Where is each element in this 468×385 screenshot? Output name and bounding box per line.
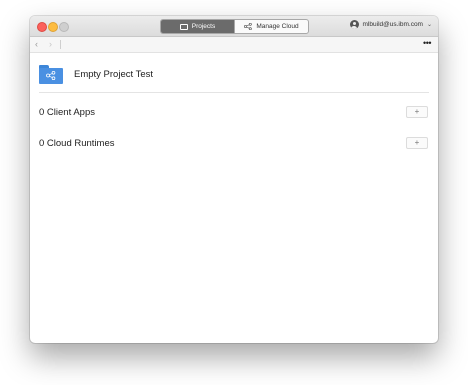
title-bar: Projects Manage Cloud mlbuild@us.ibm.com… bbox=[30, 16, 438, 37]
network-icon bbox=[244, 23, 253, 30]
add-client-app-button[interactable]: + bbox=[406, 106, 428, 118]
project-folder-icon bbox=[39, 64, 63, 84]
chevron-down-icon: ⌄ bbox=[426, 22, 432, 28]
app-window: Projects Manage Cloud mlbuild@us.ibm.com… bbox=[30, 16, 438, 343]
more-options-button[interactable]: ••• bbox=[423, 38, 431, 48]
close-button[interactable] bbox=[37, 22, 47, 32]
cloud-runtimes-label: 0 Cloud Runtimes bbox=[39, 137, 115, 149]
forward-button[interactable]: › bbox=[49, 39, 52, 49]
tab-manage-cloud[interactable]: Manage Cloud bbox=[234, 20, 308, 33]
client-apps-label: 0 Client Apps bbox=[39, 106, 95, 118]
folder-outline-icon bbox=[179, 23, 188, 30]
user-avatar-icon bbox=[349, 20, 359, 29]
client-apps-section: 0 Client Apps + bbox=[39, 105, 429, 119]
header-divider bbox=[39, 92, 429, 93]
back-button[interactable]: ‹ bbox=[35, 39, 38, 49]
project-title: Empty Project Test bbox=[74, 68, 154, 80]
navigation-toolbar: ‹ › ••• bbox=[30, 37, 438, 53]
tab-projects[interactable]: Projects bbox=[161, 20, 234, 33]
toolbar-divider bbox=[60, 40, 61, 49]
user-email: mlbuild@us.ibm.com bbox=[362, 21, 423, 28]
minimize-button[interactable] bbox=[48, 22, 58, 32]
tab-manage-cloud-label: Manage Cloud bbox=[256, 23, 299, 30]
zoom-button[interactable] bbox=[59, 22, 69, 32]
user-menu[interactable]: mlbuild@us.ibm.com ⌄ bbox=[349, 20, 432, 29]
cloud-runtimes-section: 0 Cloud Runtimes + bbox=[39, 136, 429, 150]
add-cloud-runtime-button[interactable]: + bbox=[406, 137, 428, 149]
view-switcher: Projects Manage Cloud bbox=[160, 19, 309, 34]
project-header: Empty Project Test bbox=[39, 62, 153, 86]
tab-projects-label: Projects bbox=[191, 23, 216, 30]
